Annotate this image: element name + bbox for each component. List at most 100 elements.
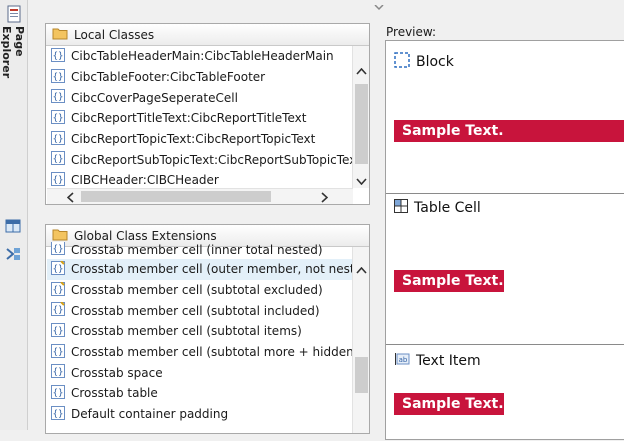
- scroll-down-icon[interactable]: [353, 174, 370, 188]
- local-classes-hscrollbar[interactable]: [47, 188, 353, 204]
- preview-section-text-item: ab Text Item Sample Text.: [386, 345, 624, 441]
- list-item[interactable]: {} CibcCoverPageSeperateCell: [47, 87, 352, 108]
- global-classes-list: {} Crosstab member cell (inner total nes…: [47, 242, 352, 430]
- list-item-label: CIBCHeader:CIBCHeader: [71, 173, 219, 188]
- list-item-label: CibcReportTopicText:CibcReportTopicText: [71, 132, 316, 147]
- class-style-icon: {}: [51, 47, 65, 65]
- scroll-up-icon[interactable]: [353, 64, 370, 78]
- list-item-label: Crosstab space: [71, 365, 163, 380]
- svg-text:{}: {}: [53, 245, 64, 255]
- local-classes-list: {} CibcTableHeaderMain:CibcTableHeaderMa…: [47, 46, 352, 188]
- list-item-label: Crosstab member cell (outer member, not …: [71, 262, 352, 277]
- list-item-label: CibcTableFooter:CibcTableFooter: [71, 70, 266, 85]
- sample-text: Sample Text.: [394, 393, 504, 415]
- class-style-icon: {}: [51, 171, 65, 188]
- class-extension-icon: {}: [51, 322, 65, 340]
- section-title: Table Cell: [394, 199, 481, 217]
- section-title: Block: [394, 52, 454, 72]
- local-classes-hscroll-thumb[interactable]: [81, 191, 271, 202]
- sample-text: Sample Text.: [394, 270, 504, 292]
- preview-label: Preview:: [386, 25, 437, 39]
- class-extension-icon: {}: [51, 384, 65, 402]
- sample-text: Sample Text.: [394, 120, 624, 142]
- list-item[interactable]: {} Crosstab member cell (subtotal includ…: [47, 300, 352, 321]
- svg-text:{}: {}: [53, 326, 64, 336]
- list-item[interactable]: {} CibcReportTitleText:CibcReportTitleTe…: [47, 108, 352, 129]
- list-item[interactable]: {} Crosstab member cell (subtotal more +…: [47, 342, 352, 363]
- local-classes-title: Local Classes: [74, 27, 155, 42]
- list-item[interactable]: {} Crosstab member cell (inner total nes…: [47, 242, 352, 257]
- list-item-label: Crosstab member cell (subtotal items): [71, 324, 302, 339]
- section-title-label: Block: [416, 54, 454, 70]
- svg-text:ab: ab: [399, 356, 408, 364]
- list-item-label: Crosstab member cell (inner total nested…: [71, 242, 323, 257]
- global-class-extensions-title: Global Class Extensions: [74, 228, 217, 243]
- scroll-left-icon[interactable]: [63, 189, 77, 205]
- class-style-icon: {}: [51, 109, 65, 127]
- class-style-icon: {}: [51, 68, 65, 86]
- table-cell-icon: [394, 199, 408, 217]
- svg-text:{}: {}: [53, 306, 64, 316]
- class-extension-icon: {}: [51, 364, 65, 381]
- section-title-label: Text Item: [416, 353, 481, 369]
- class-extension-icon: {}: [51, 260, 65, 278]
- list-item[interactable]: {} CibcReportSubTopicText:CibcReportSubT…: [47, 149, 352, 170]
- svg-text:{}: {}: [53, 134, 64, 144]
- condition-explorer-icon[interactable]: [4, 245, 24, 263]
- class-extension-icon: {}: [51, 280, 65, 299]
- list-item[interactable]: {} CIBCHeader:CIBCHeader: [47, 170, 352, 188]
- scroll-up-icon[interactable]: [353, 263, 370, 277]
- list-item-label: CibcReportTitleText:CibcReportTitleText: [71, 111, 307, 126]
- list-item-label: Crosstab table: [71, 386, 158, 401]
- section-title-label: Table Cell: [414, 200, 481, 216]
- list-item[interactable]: {} Crosstab member cell (subtotal exclud…: [47, 280, 352, 301]
- svg-text:{}: {}: [53, 347, 64, 357]
- svg-text:{}: {}: [53, 51, 64, 61]
- tab-page-explorer[interactable]: Page Explorer: [0, 26, 26, 110]
- folder-icon: [52, 27, 68, 43]
- local-classes-vscrollbar[interactable]: [352, 46, 369, 188]
- svg-text:{}: {}: [53, 368, 64, 378]
- svg-text:{}: {}: [53, 155, 64, 165]
- local-classes-scroll-thumb[interactable]: [355, 84, 368, 164]
- global-classes-vscrollbar[interactable]: [352, 247, 369, 433]
- svg-text:{}: {}: [53, 72, 64, 82]
- svg-text:{}: {}: [53, 409, 64, 419]
- list-item[interactable]: {} CibcReportTopicText:CibcReportTopicTe…: [47, 129, 352, 150]
- class-extension-icon: {}: [51, 343, 65, 361]
- list-item-label: CibcReportSubTopicText:CibcReportSubTopi…: [71, 152, 352, 167]
- svg-text:{}: {}: [53, 285, 64, 295]
- query-explorer-icon[interactable]: [4, 218, 24, 236]
- preview-section-block: Block Sample Text.: [386, 41, 624, 193]
- class-extension-icon: {}: [51, 405, 65, 423]
- text-item-icon: ab: [394, 352, 410, 370]
- global-class-extensions-panel: Global Class Extensions {} Crosstab memb…: [45, 224, 370, 434]
- local-classes-panel: Local Classes {} CibcTableHeaderMain:Cib…: [45, 23, 370, 205]
- section-title: ab Text Item: [394, 352, 481, 370]
- preview-section-table-cell: Table Cell Sample Text.: [386, 194, 624, 344]
- svg-text:{}: {}: [53, 388, 64, 398]
- list-item-label: CibcCoverPageSeperateCell: [71, 90, 238, 105]
- list-item-label: Crosstab member cell (subtotal excluded): [71, 283, 323, 298]
- list-item[interactable]: {} Crosstab space: [47, 362, 352, 383]
- svg-text:{}: {}: [53, 113, 64, 123]
- list-item[interactable]: {} CibcTableFooter:CibcTableFooter: [47, 67, 352, 88]
- svg-text:{}: {}: [53, 264, 64, 274]
- class-extension-icon: {}: [51, 242, 65, 258]
- report-icon[interactable]: [4, 5, 24, 23]
- list-item[interactable]: {} Default container padding: [47, 404, 352, 425]
- chevron-down-icon[interactable]: [372, 0, 386, 11]
- list-item-selected[interactable]: {} Crosstab member cell (outer member, n…: [47, 259, 352, 280]
- list-item[interactable]: {} Crosstab member cell (subtotal items): [47, 321, 352, 342]
- list-item[interactable]: {} Crosstab table: [47, 383, 352, 404]
- list-item-label: Crosstab member cell (subtotal included): [71, 303, 320, 318]
- list-item[interactable]: {} CibcTableHeaderMain:CibcTableHeaderMa…: [47, 46, 352, 67]
- global-classes-scroll-thumb[interactable]: [355, 357, 368, 393]
- list-item-label: CibcTableHeaderMain:CibcTableHeaderMain: [71, 49, 334, 64]
- list-item-label: Default container padding: [71, 407, 229, 422]
- class-style-icon: {}: [51, 151, 65, 168]
- scroll-right-icon[interactable]: [317, 189, 331, 205]
- block-icon: [394, 52, 410, 72]
- svg-text:{}: {}: [53, 175, 64, 185]
- preview-pane: Block Sample Text. Table Cell Sample Tex…: [385, 40, 624, 440]
